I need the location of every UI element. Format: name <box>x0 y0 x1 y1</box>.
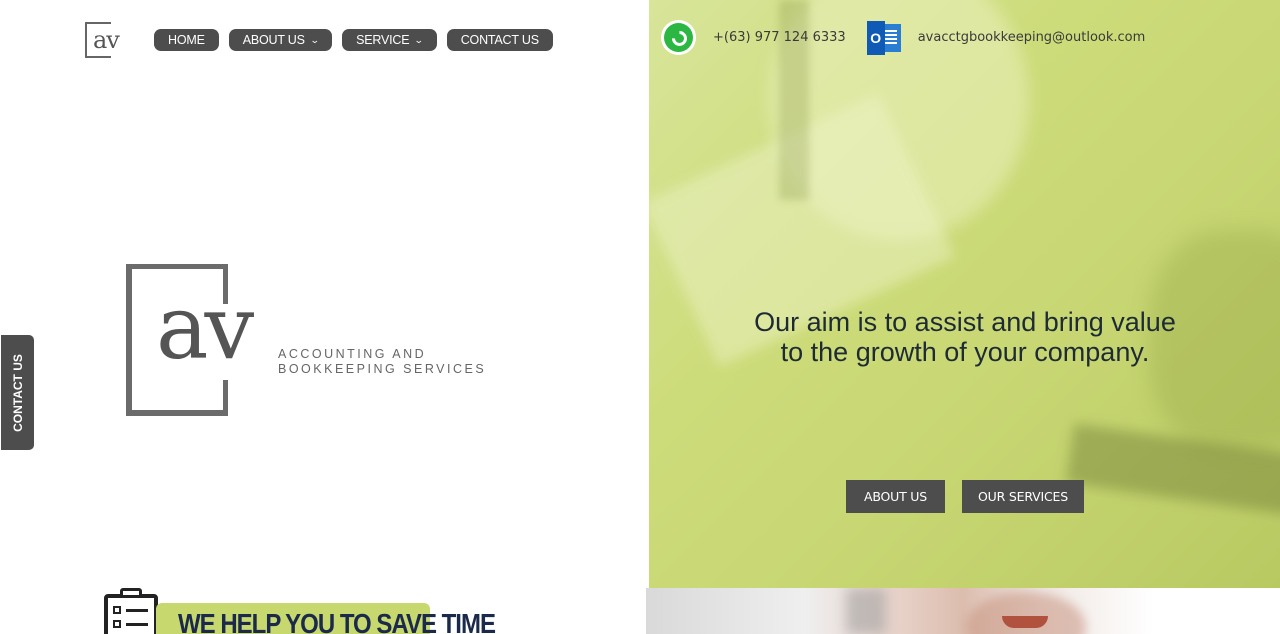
our-services-button[interactable]: OUR SERVICES <box>962 480 1084 513</box>
checklist-box <box>113 606 121 614</box>
contact-phone[interactable]: +(63) 977 124 6333 <box>713 30 846 45</box>
main-nav: HOME ABOUT US ⌄ SERVICE ⌄ CONTACT US <box>154 29 553 51</box>
outlook-icon-o: O <box>866 20 885 55</box>
image-smile <box>1002 616 1048 628</box>
testimonial-image-strip <box>646 588 1280 634</box>
promo-text: WE HELP YOU TO SAVE TIME <box>178 609 496 634</box>
chevron-down-icon: ⌄ <box>309 34 320 45</box>
hero-headline: Our aim is to assist and bring value to … <box>754 307 1176 367</box>
about-us-button-label: ABOUT US <box>864 489 927 504</box>
hero-buttons: ABOUT US OUR SERVICES <box>846 480 1084 513</box>
nav-service-label: SERVICE <box>356 33 410 47</box>
checklist-box <box>113 620 121 628</box>
nav-home[interactable]: HOME <box>154 29 219 51</box>
checklist-line <box>126 623 148 626</box>
chevron-down-icon: ⌄ <box>414 34 424 45</box>
about-us-button[interactable]: ABOUT US <box>846 480 945 513</box>
brand-logo: av ACCOUNTING AND BOOKKEEPING SERVICES <box>126 264 496 418</box>
nav-about-us[interactable]: ABOUT US ⌄ <box>228 29 333 51</box>
checklist-line <box>126 609 148 612</box>
logo-frame-bottom-right <box>223 380 228 416</box>
logo-frame-bottom <box>126 410 228 416</box>
image-shadow <box>846 588 886 634</box>
nav-home-label: HOME <box>168 33 205 47</box>
nav-contact-us-label: CONTACT US <box>460 33 539 47</box>
page: av HOME ABOUT US ⌄ SERVICE ⌄ CONTACT US <box>0 0 1280 634</box>
header-logo[interactable]: av <box>85 22 131 59</box>
outlook-icon[interactable]: O <box>866 20 901 55</box>
nav-service[interactable]: SERVICE ⌄ <box>342 29 437 51</box>
whatsapp-icon-inner <box>664 23 693 52</box>
logo-frame-left <box>126 264 132 416</box>
nav-contact-us[interactable]: CONTACT US <box>446 29 553 51</box>
contact-bar: +(63) 977 124 6333 O avacctgbookkeeping@… <box>661 20 1145 55</box>
nav-about-us-label: ABOUT US <box>242 33 305 47</box>
clipboard-body <box>104 594 158 634</box>
logo-frame-top <box>126 264 228 269</box>
whatsapp-icon[interactable] <box>661 20 696 55</box>
brand-logo-mark: av <box>156 276 254 379</box>
brand-tagline-line2: BOOKKEEPING SERVICES <box>278 362 487 376</box>
clipboard-checklist-icon <box>104 588 160 634</box>
left-panel: av HOME ABOUT US ⌄ SERVICE ⌄ CONTACT US <box>0 0 649 634</box>
side-contact-tab-label: CONTACT US <box>10 353 25 432</box>
side-contact-tab[interactable]: CONTACT US <box>1 335 34 450</box>
our-services-button-label: OUR SERVICES <box>978 489 1068 504</box>
brand-tagline-line1: ACCOUNTING AND <box>278 347 427 361</box>
contact-email[interactable]: avacctgbookkeeping@outlook.com <box>918 30 1146 45</box>
logo-bracket-bottom <box>101 56 111 58</box>
logo-bracket-top <box>101 22 111 24</box>
promo-banner: WE HELP YOU TO SAVE TIME <box>156 603 496 634</box>
clipboard-clip <box>120 588 142 598</box>
header-logo-text: av <box>93 26 120 54</box>
